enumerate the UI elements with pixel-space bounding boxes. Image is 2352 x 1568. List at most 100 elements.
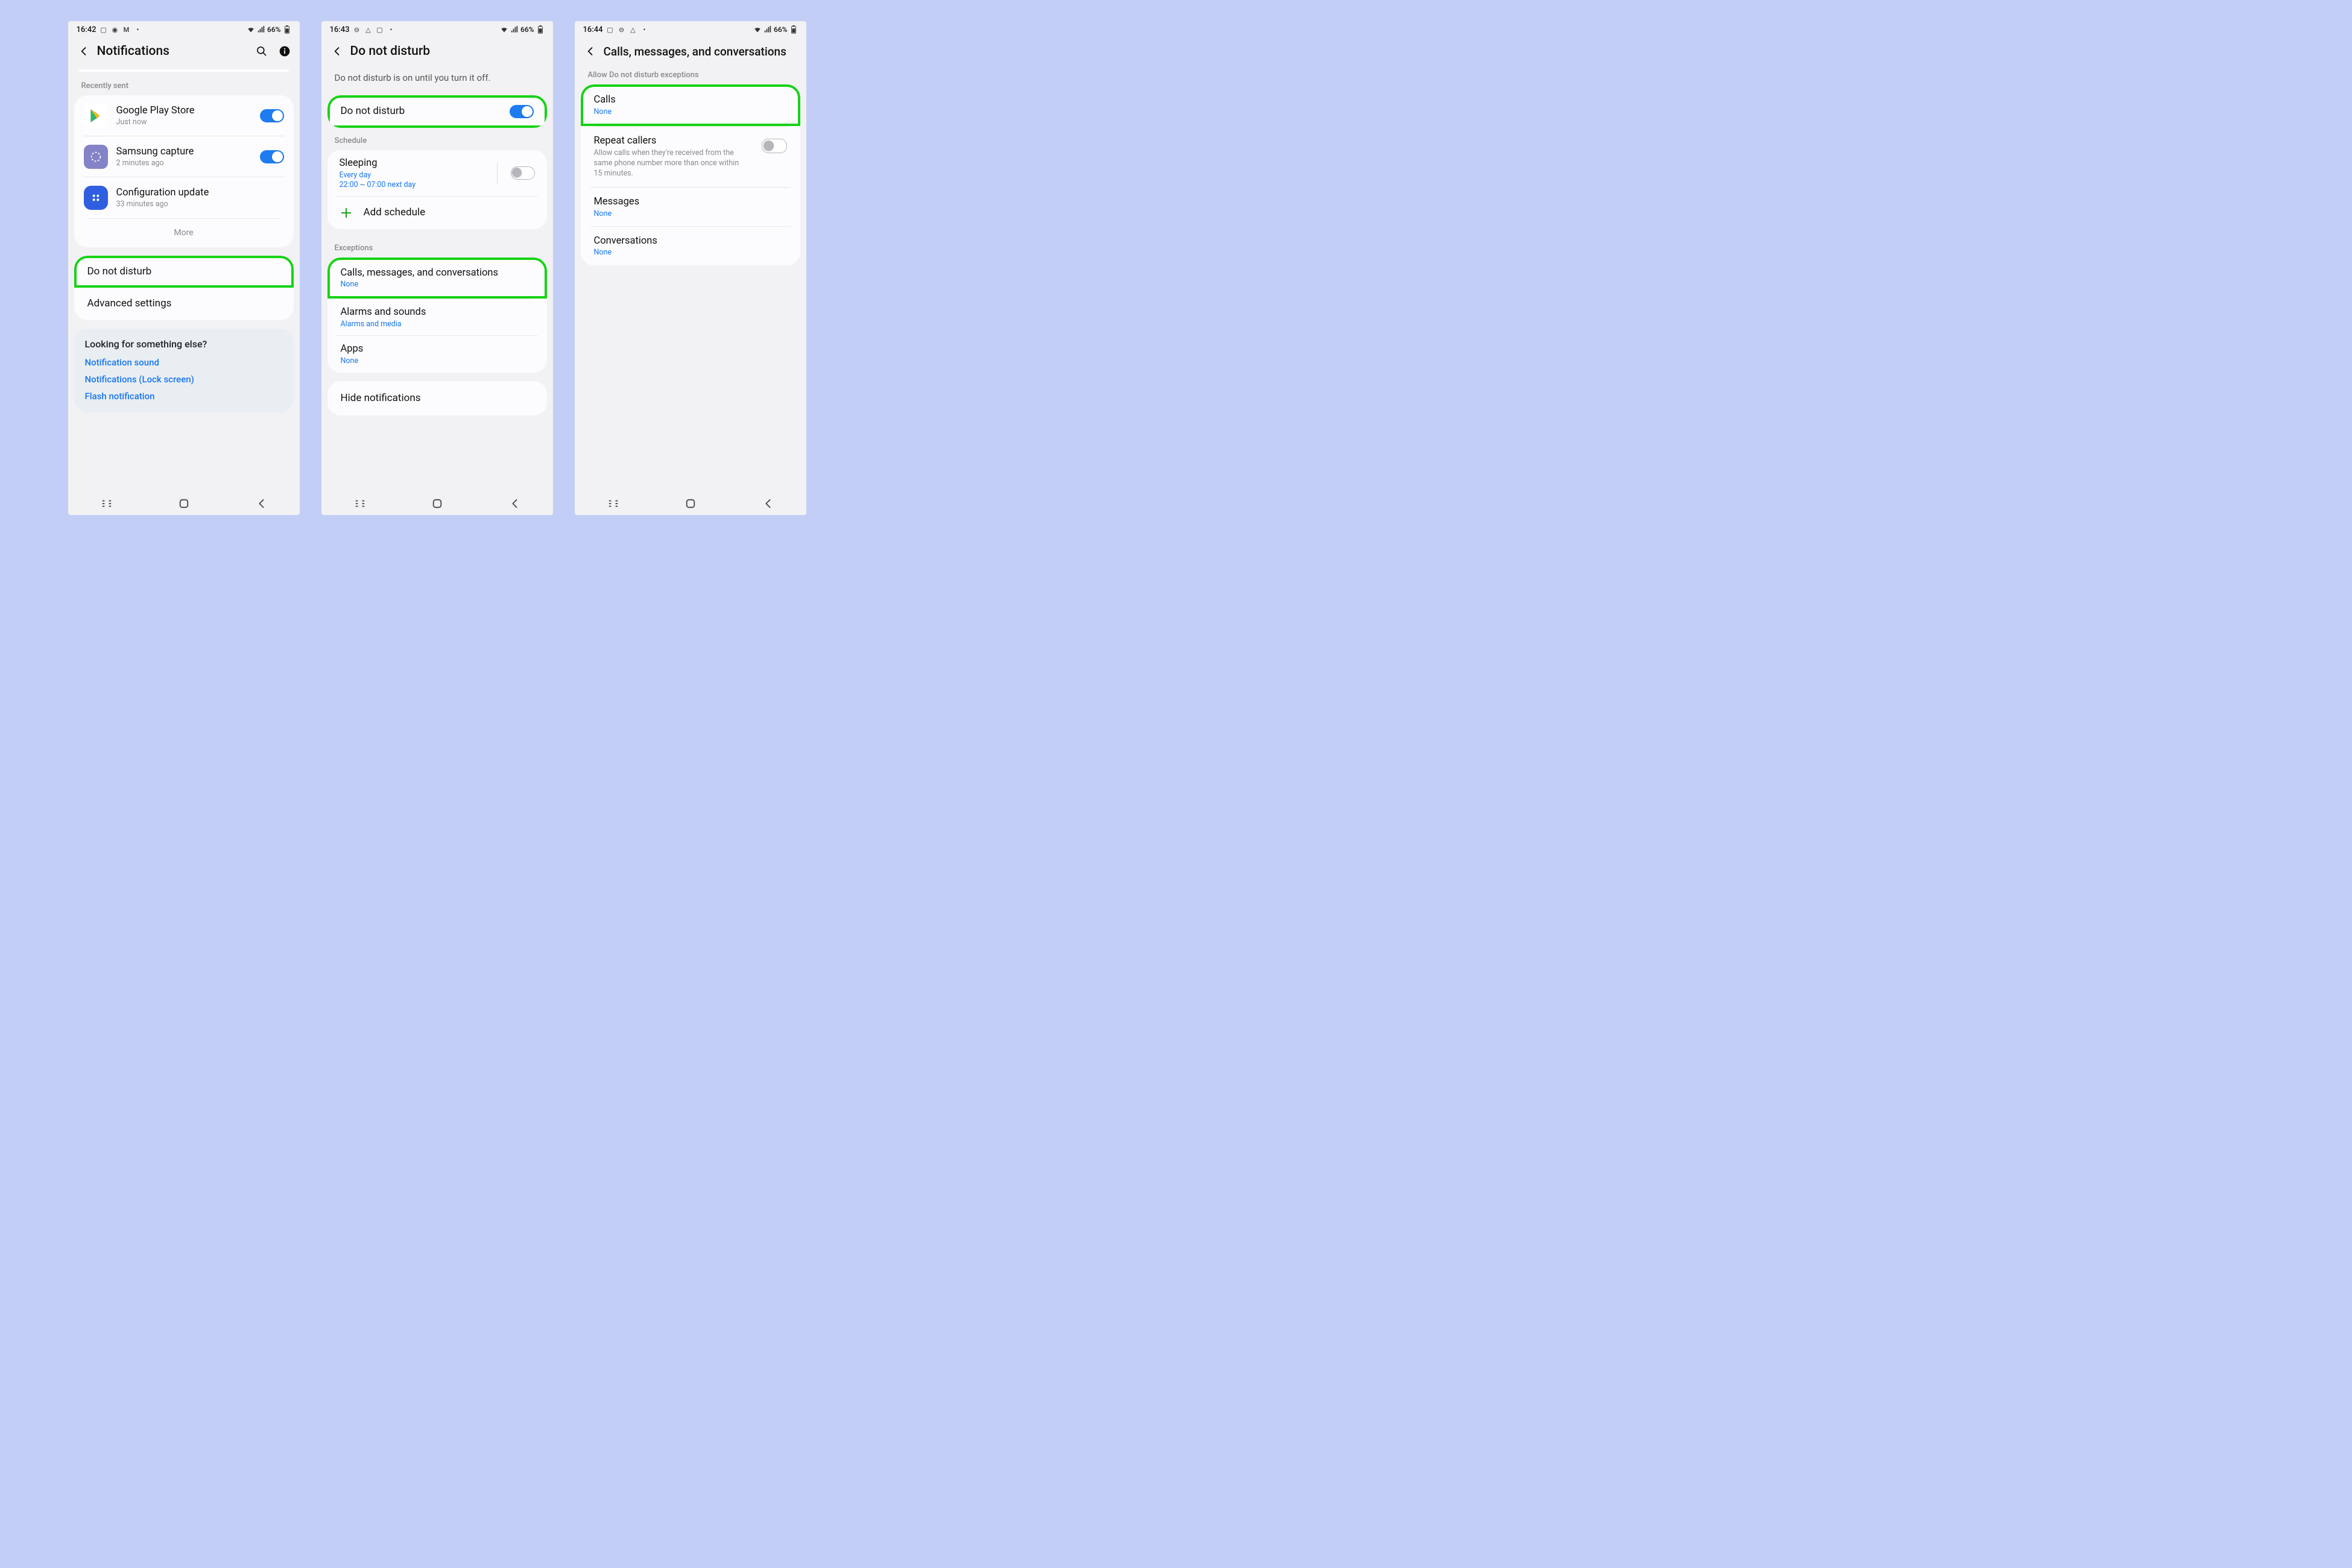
header: Notifications	[68, 38, 300, 69]
dnd-toggle[interactable]	[510, 105, 534, 118]
statusbar: 16:42 ▢ ◉ M • 66%	[68, 21, 300, 38]
app-name: Configuration update	[116, 187, 284, 200]
page-title: Notifications	[97, 44, 249, 58]
dnd-toggle-row[interactable]: Do not disturb	[327, 95, 547, 128]
mail-icon: M	[122, 25, 130, 34]
app-time: Just now	[116, 118, 251, 127]
status-time: 16:42	[77, 25, 96, 34]
back-nav-button[interactable]	[508, 497, 521, 510]
status-battery: 66%	[774, 25, 787, 34]
more-icon: •	[387, 25, 395, 34]
app-row-config-update[interactable]: Configuration update 33 minutes ago	[74, 177, 294, 218]
home-button[interactable]	[177, 497, 191, 510]
hide-notifications-row[interactable]: Hide notifications	[327, 381, 547, 416]
repeat-callers-row[interactable]: Repeat callers Allow calls when they're …	[581, 127, 800, 188]
looking-title: Looking for something else?	[85, 338, 283, 350]
battery-icon	[283, 25, 291, 34]
wifi-icon	[753, 25, 762, 34]
status-battery: 66%	[520, 25, 534, 34]
app-time: 33 minutes ago	[116, 200, 284, 209]
add-schedule-row[interactable]: Add schedule	[327, 197, 547, 229]
battery-icon	[789, 25, 798, 34]
status-battery: 66%	[267, 25, 280, 34]
sleeping-schedule-row[interactable]: Sleeping Every day 22:00 ~ 07:00 next da…	[327, 150, 547, 197]
navbar	[321, 492, 553, 515]
link-lock-screen[interactable]: Notifications (Lock screen)	[85, 374, 283, 385]
page-title: Do not disturb	[350, 44, 545, 58]
signal-icon	[257, 25, 265, 34]
statusbar: 16:43 ⊖ △ ▢ • 66%	[321, 21, 553, 38]
back-nav-button[interactable]	[254, 497, 268, 510]
app-time: 2 minutes ago	[116, 159, 251, 168]
link-notification-sound[interactable]: Notification sound	[85, 357, 283, 368]
signal-icon	[763, 25, 772, 34]
config-update-icon	[84, 186, 108, 210]
app-toggle[interactable]	[260, 150, 284, 163]
page-title: Calls, messages, and conversations	[604, 45, 798, 58]
play-store-icon	[84, 104, 108, 128]
recents-button[interactable]	[607, 497, 620, 510]
dnd-status-text: Do not disturb is on until you turn it o…	[321, 69, 553, 95]
phone-notifications: 16:42 ▢ ◉ M • 66% Notifications	[68, 21, 300, 515]
info-icon[interactable]	[278, 45, 291, 58]
status-time: 16:44	[583, 25, 603, 34]
picture-icon: ▢	[99, 25, 107, 34]
battery-icon	[536, 25, 545, 34]
apps-exceptions-row[interactable]: Apps None	[327, 336, 547, 373]
schedule-card: Sleeping Every day 22:00 ~ 07:00 next da…	[327, 150, 547, 229]
app-row-samsung-capture[interactable]: Samsung capture 2 minutes ago	[74, 136, 294, 177]
phone-calls-messages: 16:44 ▢ ⊖ △ • 66% Calls, messages, and c…	[575, 21, 806, 515]
plus-icon	[340, 206, 353, 220]
account-icon: ◉	[110, 25, 119, 34]
picture-icon: ▢	[605, 25, 614, 34]
exceptions-label: Exceptions	[321, 238, 553, 258]
conversations-row[interactable]: Conversations None	[581, 227, 800, 266]
schedule-label: Schedule	[321, 128, 553, 150]
app-name: Samsung capture	[116, 146, 251, 159]
home-button[interactable]	[684, 497, 697, 510]
do-not-disturb-row[interactable]: Do not disturb	[74, 256, 294, 288]
app-name: Google Play Store	[116, 105, 251, 118]
advanced-settings-row[interactable]: Advanced settings	[74, 288, 294, 320]
dnd-indicator-icon: ⊖	[617, 25, 625, 34]
scroll-indicator	[79, 69, 289, 72]
calls-row[interactable]: Calls None	[581, 84, 800, 126]
sleeping-toggle[interactable]	[511, 166, 535, 180]
picture-icon: ▢	[375, 25, 384, 34]
app-row-play-store[interactable]: Google Play Store Just now	[74, 95, 294, 136]
messages-row[interactable]: Messages None	[581, 188, 800, 227]
back-nav-button[interactable]	[761, 497, 774, 510]
calls-messages-row[interactable]: Calls, messages, and conversations None	[327, 258, 547, 299]
recently-sent-card: Google Play Store Just now Samsung captu…	[74, 95, 294, 247]
header: Calls, messages, and conversations	[575, 38, 806, 65]
more-button[interactable]: More	[74, 219, 294, 247]
search-icon[interactable]	[255, 45, 268, 58]
signal-icon	[510, 25, 519, 34]
home-button[interactable]	[431, 497, 444, 510]
samsung-capture-icon	[84, 145, 108, 169]
link-flash[interactable]: Flash notification	[85, 391, 283, 402]
status-time: 16:43	[330, 25, 350, 34]
back-button[interactable]	[583, 44, 598, 58]
more-icon: •	[640, 25, 648, 34]
more-icon: •	[133, 25, 142, 34]
cloud-icon: △	[364, 25, 372, 34]
hide-notifications-card: Hide notifications	[327, 381, 547, 416]
back-button[interactable]	[77, 44, 91, 58]
phone-dnd: 16:43 ⊖ △ ▢ • 66% Do not disturb Do not …	[321, 21, 553, 515]
looking-card: Looking for something else? Notification…	[74, 329, 294, 413]
alarms-sounds-row[interactable]: Alarms and sounds Alarms and media	[327, 299, 547, 336]
dnd-indicator-icon: ⊖	[352, 25, 361, 34]
repeat-callers-toggle[interactable]	[762, 139, 787, 153]
header: Do not disturb	[321, 38, 553, 69]
app-toggle[interactable]	[260, 109, 284, 122]
recents-button[interactable]	[100, 497, 113, 510]
wifi-icon	[247, 25, 255, 34]
recently-sent-label: Recently sent	[68, 75, 300, 95]
allow-exceptions-label: Allow Do not disturb exceptions	[575, 65, 806, 84]
wifi-icon	[500, 25, 508, 34]
navbar	[575, 492, 806, 515]
statusbar: 16:44 ▢ ⊖ △ • 66%	[575, 21, 806, 38]
recents-button[interactable]	[353, 497, 367, 510]
back-button[interactable]	[330, 44, 344, 58]
